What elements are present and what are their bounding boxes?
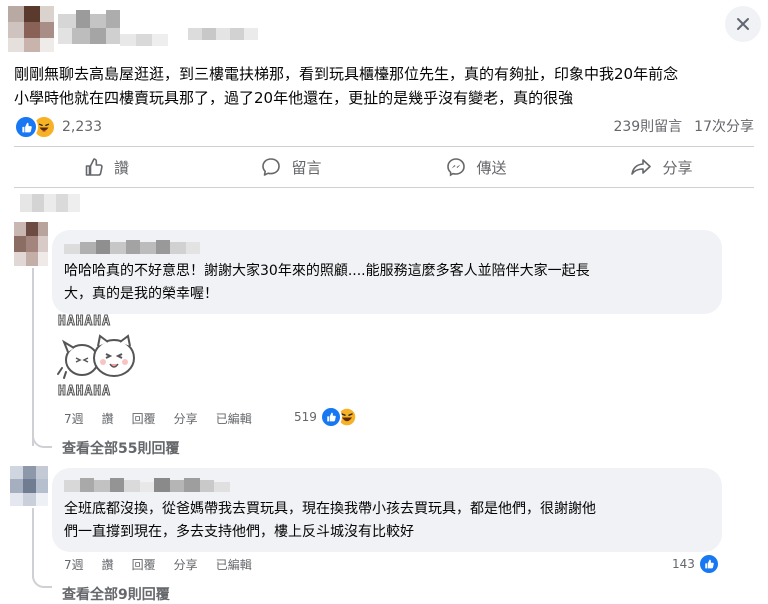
- comment-2-thread-curve: [32, 570, 52, 588]
- comment-1-edited-label: 已編輯: [215, 412, 252, 426]
- post-body: 剛剛無聊去高島屋逛逛，到三樓電扶梯那，看到玩具櫃檯那位先生，真的有夠扯，印象中我…: [14, 62, 754, 110]
- comment-1-text-line-1: 哈哈哈真的不好意思！謝謝大家30年來的照顧....能服務這麼多客人並陪伴大家一起…: [64, 263, 590, 279]
- close-icon: [737, 18, 749, 30]
- comment-button[interactable]: 留言: [199, 147, 384, 187]
- comment-1-like-icon: [319, 406, 342, 428]
- comment-1-reactions[interactable]: 519: [294, 406, 357, 428]
- comment-1-reaction-count: 519: [294, 410, 317, 424]
- share-button[interactable]: 分享: [569, 147, 754, 187]
- comment-1-avatar[interactable]: [14, 222, 48, 266]
- share-count-link[interactable]: 17次分享: [694, 116, 754, 136]
- comment-2-meta: 7週 讚 回覆 分享 已編輯: [64, 556, 270, 573]
- like-button-label: 讚: [113, 158, 129, 177]
- close-button[interactable]: [725, 6, 761, 42]
- comment-1-time[interactable]: 7週: [64, 410, 84, 427]
- comment-2-time[interactable]: 7週: [64, 556, 84, 573]
- send-button[interactable]: 傳送: [384, 147, 569, 187]
- comment-2-text-line-1: 全班底都沒換，從爸媽帶我去買玩具，現在換我帶小孩去買玩具，都是他們，很謝謝他: [64, 501, 596, 517]
- post-text-line-2: 小學時他就在四樓賣玩具那了，過了20年他還在，更扯的是幾乎沒有變老，真的很強: [14, 89, 574, 107]
- comment-2-reaction-count: 143: [672, 557, 695, 571]
- comment-1-view-replies[interactable]: 查看全部55則回覆: [62, 438, 179, 458]
- comment-1-share-link[interactable]: 分享: [174, 410, 198, 427]
- post-text-line-1: 剛剛無聊去高島屋逛逛，到三樓電扶梯那，看到玩具櫃檯那位先生，真的有夠扯，印象中我…: [14, 65, 679, 83]
- comment-2-bubble[interactable]: 全班底都沒換，從爸媽帶我去買玩具，現在換我帶小孩去買玩具，都是他們，很謝謝他 們…: [52, 468, 722, 552]
- post-stats: 239則留言 17次分享: [613, 116, 754, 136]
- comment-2-avatar[interactable]: [10, 466, 48, 506]
- like-button[interactable]: 讚: [14, 147, 199, 187]
- comment-1-meta: 7週 讚 回覆 分享 已編輯: [64, 410, 270, 427]
- send-button-label: 傳送: [476, 158, 507, 177]
- post-author-name[interactable]: [58, 10, 178, 50]
- comment-2-author[interactable]: [64, 476, 234, 496]
- post-author-avatar[interactable]: [8, 6, 54, 52]
- comment-2-reply-link[interactable]: 回覆: [132, 556, 156, 573]
- comment-2-like-icon: [697, 553, 720, 575]
- comment-count-link[interactable]: 239則留言: [613, 116, 682, 136]
- share-icon: [631, 159, 652, 175]
- comment-1-author[interactable]: [64, 238, 214, 258]
- comment-2-thread-line: [32, 508, 34, 578]
- comment-1-like-link[interactable]: 讚: [102, 410, 114, 427]
- comment-1-thread-line: [32, 268, 34, 446]
- post-action-bar: 讚 留言 傳送 分享: [14, 147, 754, 187]
- comment-2-edited-label: 已編輯: [215, 558, 252, 572]
- comment-1-sticker[interactable]: HAHAHA HAHAHA: [56, 314, 140, 400]
- comment-button-label: 留言: [291, 158, 322, 177]
- comment-2-like-link[interactable]: 讚: [102, 556, 114, 573]
- comment-section-header: [20, 194, 80, 212]
- comment-1-reply-link[interactable]: 回覆: [132, 410, 156, 427]
- comment-1-bubble[interactable]: 哈哈哈真的不好意思！謝謝大家30年來的照顧....能服務這麼多客人並陪伴大家一起…: [52, 230, 722, 314]
- post-reactions[interactable]: 2,233: [14, 115, 103, 139]
- like-reaction-icon: [14, 115, 38, 139]
- messenger-icon: [447, 158, 466, 177]
- comment-2-text-line-2: 們一直撐到現在，多去支持他們，樓上反斗城沒有比較好: [64, 524, 414, 540]
- post-timestamp[interactable]: [188, 28, 258, 40]
- comment-2-share-link[interactable]: 分享: [174, 556, 198, 573]
- sticker-text-bottom: HAHAHA: [58, 384, 111, 400]
- comment-icon: [262, 158, 281, 176]
- comment-2-view-replies[interactable]: 查看全部9則回覆: [62, 584, 170, 604]
- share-button-label: 分享: [662, 158, 693, 177]
- comment-2-reactions[interactable]: 143: [672, 553, 720, 575]
- post-reaction-count: 2,233: [62, 119, 103, 135]
- sticker-cat-icon: [57, 334, 135, 379]
- comment-1-thread-curve: [32, 430, 52, 448]
- comment-1-text-line-2: 大，真的是我的榮幸喔！: [64, 286, 218, 302]
- sticker-text-top: HAHAHA: [58, 314, 111, 330]
- like-icon: [85, 158, 103, 176]
- divider-bottom: [14, 187, 754, 188]
